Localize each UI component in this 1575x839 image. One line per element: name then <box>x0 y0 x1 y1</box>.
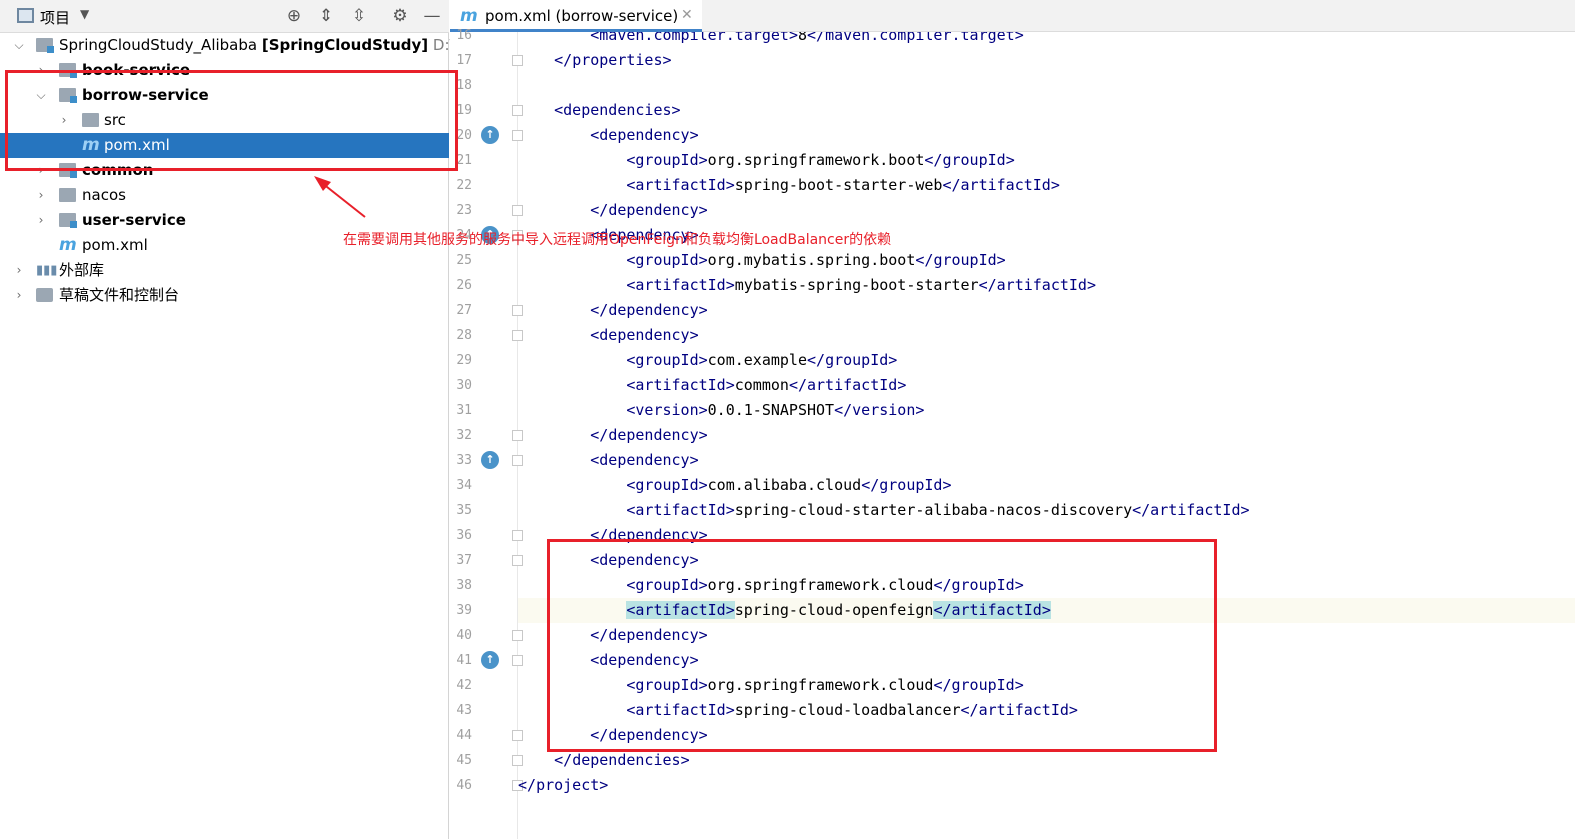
annotation-arrow <box>314 176 366 218</box>
annotation-text: 在需要调用其他服务的服务中导入远程调用OpenFeign和负载均衡LoadBal… <box>343 232 892 248</box>
